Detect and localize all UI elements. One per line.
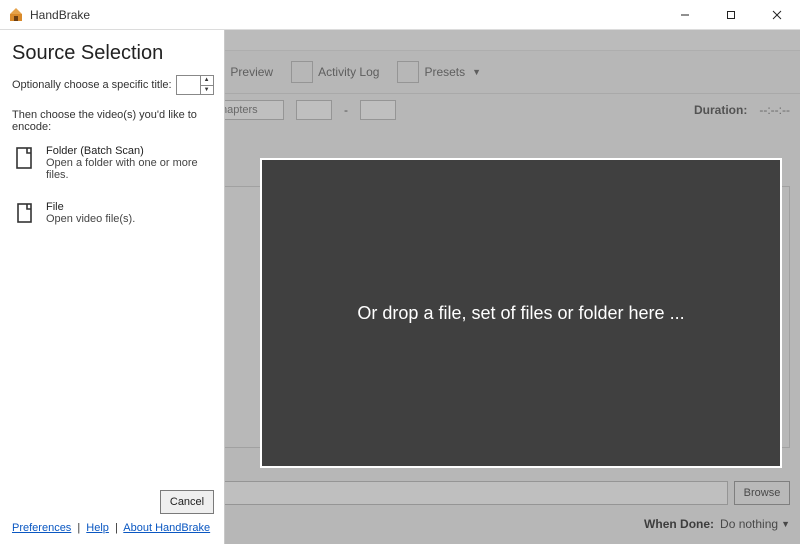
optional-title-label: Optionally choose a specific title: (12, 79, 172, 91)
help-link[interactable]: Help (86, 522, 109, 534)
title-number-input[interactable] (177, 76, 200, 94)
source-selection-heading: Source Selection (12, 42, 214, 65)
file-icon (14, 201, 36, 227)
source-option-folder-sub: Open a folder with one or more files. (46, 157, 212, 181)
titlebar: HandBrake (0, 0, 800, 30)
close-button[interactable] (754, 0, 800, 30)
source-option-folder[interactable]: Folder (Batch Scan) Open a folder with o… (12, 141, 214, 185)
drop-zone-text: Or drop a file, set of files or folder h… (357, 303, 684, 324)
window-title: HandBrake (30, 8, 90, 22)
spinner-down-icon[interactable]: ▼ (201, 86, 213, 95)
source-selection-panel: Source Selection Optionally choose a spe… (0, 30, 225, 544)
spinner-up-icon[interactable]: ▲ (201, 76, 213, 86)
source-option-file-sub: Open video file(s). (46, 213, 135, 225)
source-option-file-title: File (46, 201, 135, 213)
drop-zone[interactable]: Or drop a file, set of files or folder h… (260, 158, 782, 468)
minimize-button[interactable] (662, 0, 708, 30)
source-option-file[interactable]: File Open video file(s). (12, 197, 214, 231)
window-controls (662, 0, 800, 30)
folder-icon (14, 145, 36, 171)
title-number-spinner[interactable]: ▲ ▼ (176, 75, 214, 95)
then-choose-label: Then choose the video(s) you'd like to e… (12, 109, 214, 133)
about-link[interactable]: About HandBrake (123, 522, 210, 534)
footer-links: Preferences | Help | About HandBrake (12, 522, 214, 534)
preferences-link[interactable]: Preferences (12, 522, 71, 534)
optional-title-row: Optionally choose a specific title: ▲ ▼ (12, 75, 214, 95)
maximize-button[interactable] (708, 0, 754, 30)
app-icon (8, 7, 24, 23)
source-option-folder-title: Folder (Batch Scan) (46, 145, 212, 157)
cancel-button[interactable]: Cancel (160, 490, 214, 514)
